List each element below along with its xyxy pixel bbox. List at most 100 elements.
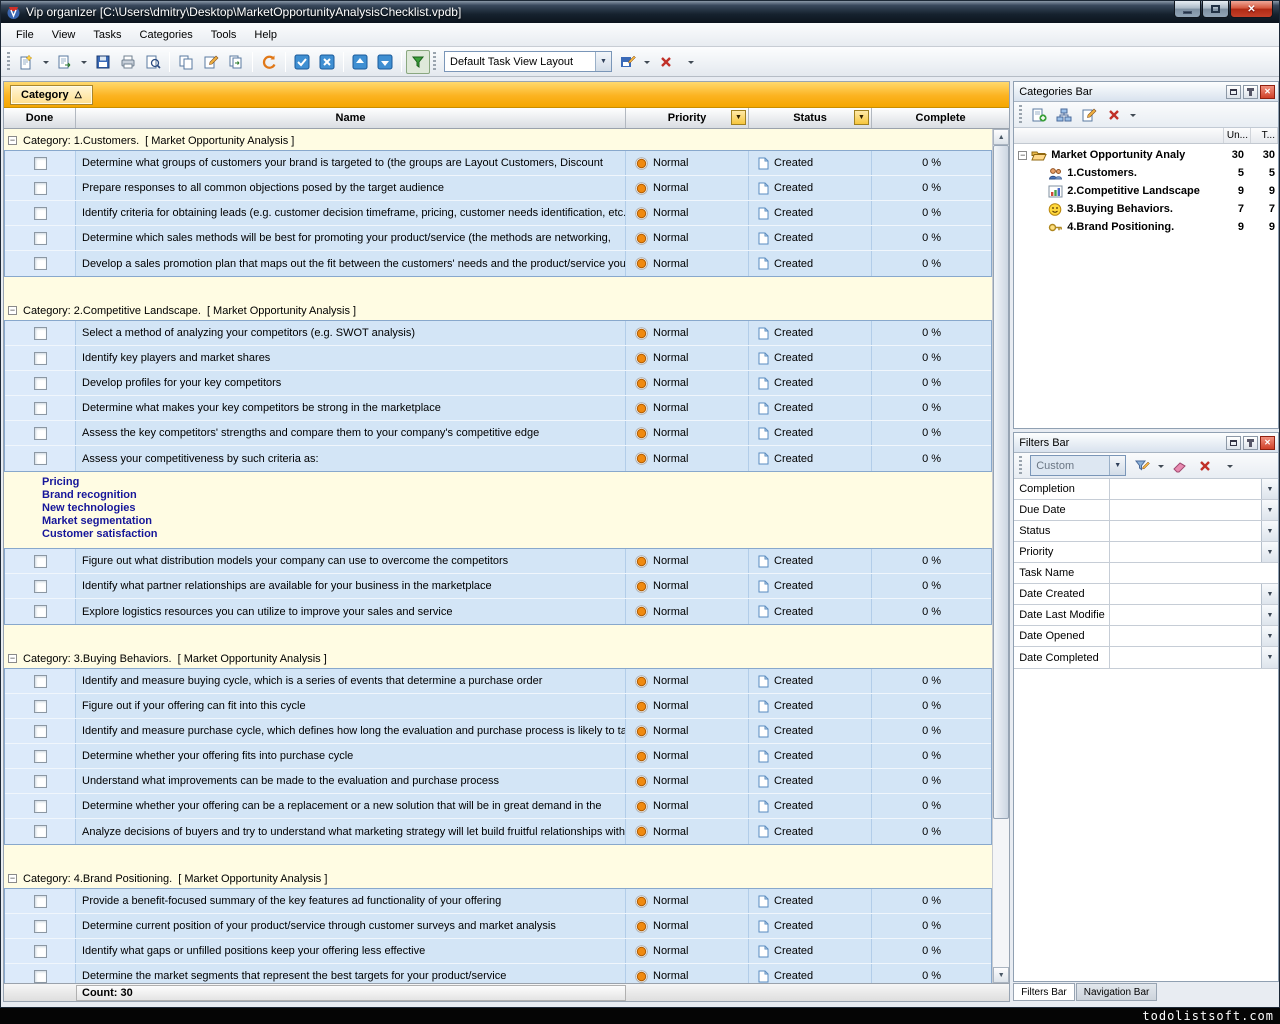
scrollbar-track[interactable]: [993, 145, 1009, 967]
task-done-checkbox[interactable]: [34, 377, 47, 390]
add-subcategory-button[interactable]: [1052, 103, 1076, 127]
column-header-done[interactable]: Done: [4, 108, 76, 128]
filter-dropdown-button[interactable]: ▼: [1261, 479, 1278, 499]
delete-category-button-menu[interactable]: [1127, 103, 1139, 127]
task-row[interactable]: Identify what partner relationships are …: [5, 574, 991, 599]
category-tree-item[interactable]: 3.Buying Behaviors.77: [1014, 200, 1278, 218]
group-by-category-chip[interactable]: Category △: [10, 85, 93, 105]
status-filter-button[interactable]: ▼: [854, 110, 869, 125]
minimize-button[interactable]: [1174, 1, 1201, 18]
filter-value[interactable]: [1110, 563, 1278, 583]
task-row[interactable]: Determine whether your offering fits int…: [5, 744, 991, 769]
task-row[interactable]: Identify key players and market sharesNo…: [5, 346, 991, 371]
categories-bar-pin-button[interactable]: [1243, 85, 1258, 99]
maximize-button[interactable]: [1202, 1, 1229, 18]
edit-filter-button[interactable]: [1130, 454, 1154, 478]
task-done-checkbox[interactable]: [34, 402, 47, 415]
task-row[interactable]: Figure out what distribution models your…: [5, 549, 991, 574]
duplicate-button[interactable]: [224, 50, 248, 74]
print-preview-button[interactable]: [141, 50, 165, 74]
save-layout-button[interactable]: [616, 50, 640, 74]
task-row[interactable]: Determine current position of your produ…: [5, 914, 991, 939]
task-row[interactable]: Identify and measure buying cycle, which…: [5, 669, 991, 694]
column-header-uncompleted[interactable]: Un...: [1224, 128, 1251, 143]
new-task-button[interactable]: [15, 50, 39, 74]
task-done-checkbox[interactable]: [34, 182, 47, 195]
collapse-icon[interactable]: −: [8, 654, 17, 663]
toolbar-grip[interactable]: [1019, 456, 1022, 476]
task-done-checkbox[interactable]: [34, 970, 47, 983]
toolbar-options-button[interactable]: [679, 50, 703, 74]
menu-help[interactable]: Help: [245, 26, 286, 44]
filters-bar-pin-button[interactable]: [1243, 436, 1258, 450]
filter-toggle-button[interactable]: [406, 50, 430, 74]
undo-button[interactable]: [257, 50, 281, 74]
complete-task-button[interactable]: [290, 50, 314, 74]
layout-select[interactable]: Default Task View Layout▼: [444, 51, 612, 72]
filter-value[interactable]: [1110, 479, 1261, 499]
task-done-checkbox[interactable]: [34, 920, 47, 933]
new-note-button[interactable]: [53, 50, 77, 74]
edit-category-button[interactable]: [1077, 103, 1101, 127]
move-task-down-button[interactable]: [373, 50, 397, 74]
task-row[interactable]: Develop profiles for your key competitor…: [5, 371, 991, 396]
filter-dropdown-button[interactable]: ▼: [1261, 626, 1278, 646]
scrollbar-thumb[interactable]: [993, 145, 1009, 819]
print-button[interactable]: [116, 50, 140, 74]
task-row[interactable]: Determine which sales methods will be be…: [5, 226, 991, 251]
task-done-checkbox[interactable]: [34, 675, 47, 688]
task-row[interactable]: Identify criteria for obtaining leads (e…: [5, 201, 991, 226]
filter-dropdown-button[interactable]: ▼: [1261, 500, 1278, 520]
collapse-icon[interactable]: −: [1018, 151, 1027, 160]
tab-filters-bar[interactable]: Filters Bar: [1013, 983, 1075, 1001]
filter-value[interactable]: [1110, 647, 1261, 668]
task-done-checkbox[interactable]: [34, 257, 47, 270]
menu-tasks[interactable]: Tasks: [84, 26, 130, 44]
task-done-checkbox[interactable]: [34, 725, 47, 738]
new-note-button-menu[interactable]: [78, 50, 90, 74]
task-done-checkbox[interactable]: [34, 232, 47, 245]
move-task-up-button[interactable]: [348, 50, 372, 74]
task-done-checkbox[interactable]: [34, 800, 47, 813]
task-row[interactable]: Identify what gaps or unfilled positions…: [5, 939, 991, 964]
task-done-checkbox[interactable]: [34, 452, 47, 465]
chevron-down-icon[interactable]: ▼: [595, 52, 611, 71]
filter-value[interactable]: [1110, 542, 1261, 562]
task-row[interactable]: Determine the market segments that repre…: [5, 964, 991, 983]
vertical-scrollbar[interactable]: ▲ ▼: [992, 129, 1009, 983]
task-row[interactable]: Determine what makes your key competitor…: [5, 396, 991, 421]
task-done-checkbox[interactable]: [34, 352, 47, 365]
category-tree-item[interactable]: −Market Opportunity Analy3030: [1014, 146, 1278, 164]
menu-file[interactable]: File: [7, 26, 43, 44]
task-done-checkbox[interactable]: [34, 157, 47, 170]
filter-preset-select[interactable]: Custom▼: [1030, 455, 1126, 476]
menu-categories[interactable]: Categories: [131, 26, 202, 44]
save-layout-button-menu[interactable]: [641, 50, 653, 74]
delete-category-button[interactable]: [1102, 103, 1126, 127]
task-done-checkbox[interactable]: [34, 945, 47, 958]
toolbar-grip[interactable]: [433, 52, 436, 72]
task-row[interactable]: Prepare responses to all common objectio…: [5, 176, 991, 201]
tab-navigation-bar[interactable]: Navigation Bar: [1076, 983, 1158, 1001]
priority-filter-button[interactable]: ▼: [731, 110, 746, 125]
filter-value[interactable]: [1110, 521, 1261, 541]
task-row[interactable]: Determine what groups of customers your …: [5, 151, 991, 176]
task-done-checkbox[interactable]: [34, 775, 47, 788]
filter-options-button[interactable]: [1218, 454, 1242, 478]
delete-filter-button[interactable]: [1193, 454, 1217, 478]
chevron-down-icon[interactable]: ▼: [1109, 456, 1125, 475]
filter-value[interactable]: [1110, 584, 1261, 604]
collapse-icon[interactable]: −: [8, 136, 17, 145]
clear-filter-button[interactable]: [1168, 454, 1192, 478]
task-row[interactable]: Assess your competitiveness by such crit…: [5, 446, 991, 471]
task-done-checkbox[interactable]: [34, 605, 47, 618]
task-row[interactable]: Select a method of analyzing your compet…: [5, 321, 991, 346]
task-done-checkbox[interactable]: [34, 580, 47, 593]
task-done-checkbox[interactable]: [34, 207, 47, 220]
edit-filter-button-menu[interactable]: [1155, 454, 1167, 478]
column-header-total[interactable]: T...: [1251, 128, 1278, 143]
category-tree-item[interactable]: 2.Competitive Landscape99: [1014, 182, 1278, 200]
add-category-button[interactable]: [1027, 103, 1051, 127]
column-header-status[interactable]: Status▼: [749, 108, 872, 128]
delete-layout-button[interactable]: [654, 50, 678, 74]
